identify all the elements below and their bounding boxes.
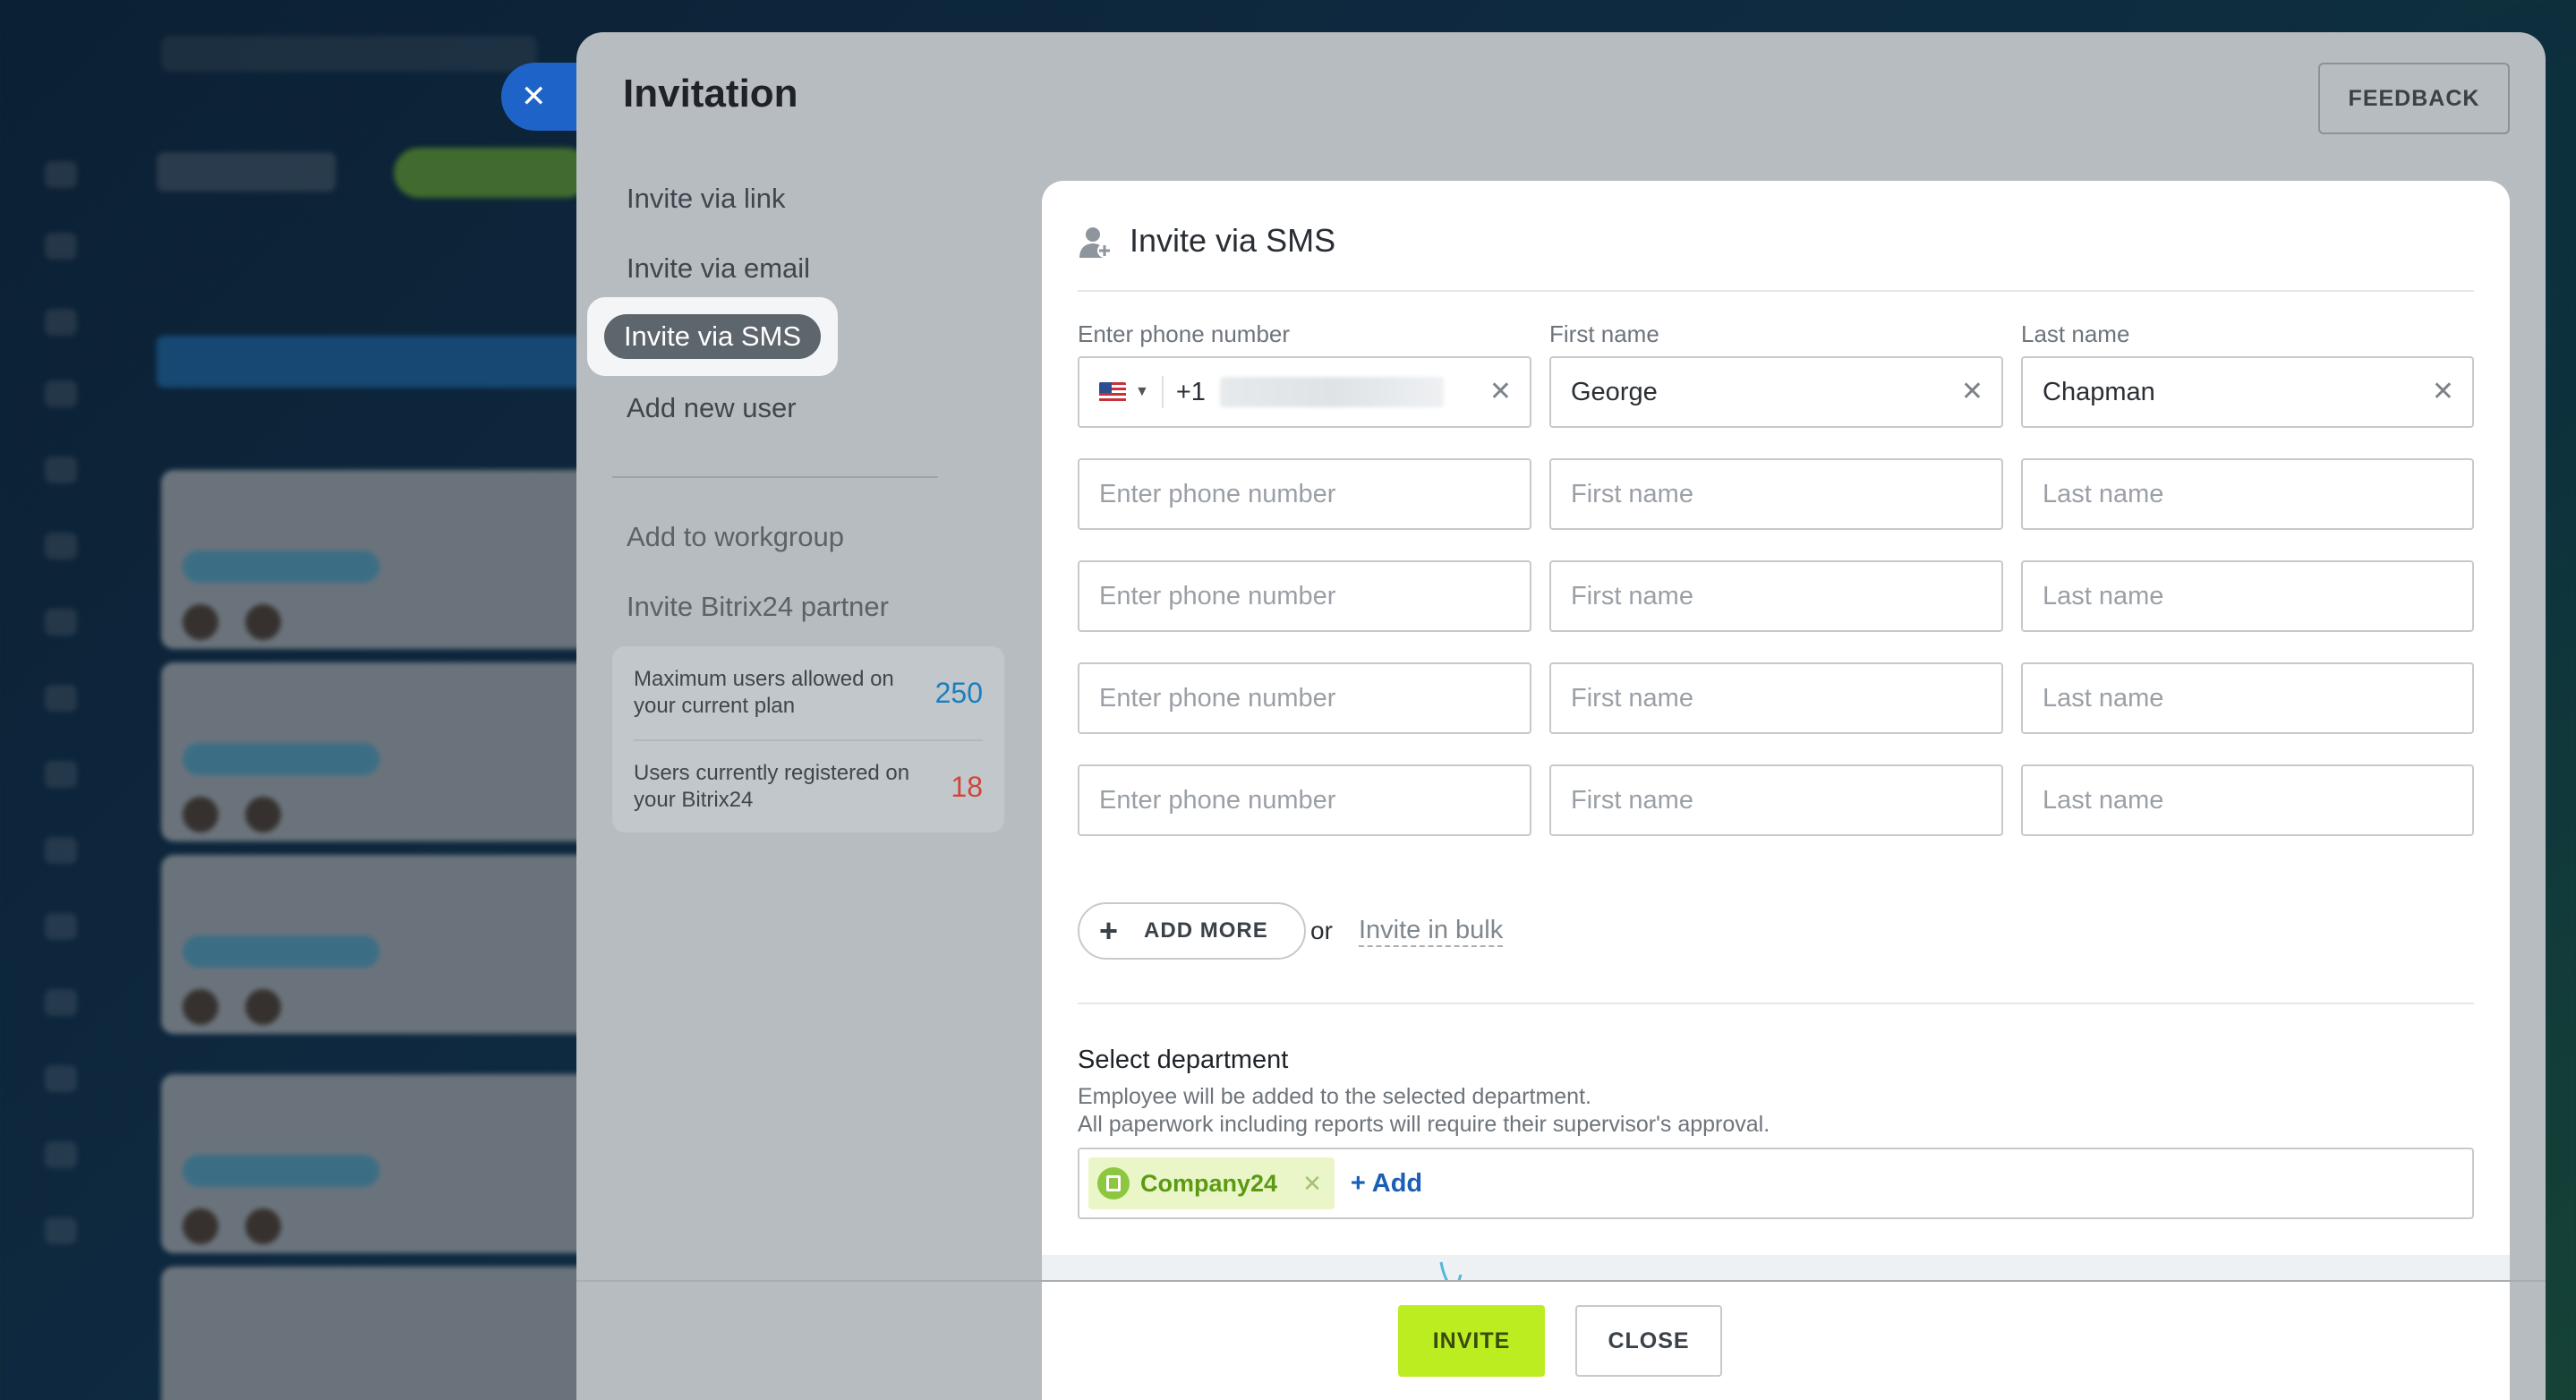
first-name-column-label: First name <box>1549 320 1659 347</box>
panel-header: Invite via SMS <box>1078 217 2474 292</box>
last-name-field[interactable]: Chapman ✕ <box>2021 356 2474 428</box>
first-name-field[interactable] <box>1549 764 2003 836</box>
menu-item-invite-via-link[interactable]: Invite via link <box>627 183 785 215</box>
last-name-value: Chapman <box>2043 377 2155 406</box>
stat-registered-users-value: 18 <box>951 770 983 803</box>
department-chip-label: Company24 <box>1140 1169 1278 1197</box>
phone-field[interactable] <box>1078 458 1531 530</box>
menu-item-invite-via-sms[interactable]: Invite via SMS <box>587 297 838 376</box>
person-icon <box>1079 227 1112 258</box>
building-icon <box>1097 1167 1130 1199</box>
phone-input[interactable] <box>1099 683 1510 713</box>
last-name-input[interactable] <box>2043 683 2452 713</box>
first-name-field[interactable] <box>1549 560 2003 632</box>
invite-sms-panel: Invite via SMS Enter phone number First … <box>1042 181 2510 1400</box>
department-selector[interactable]: Company24 ✕ + Add <box>1078 1148 2474 1219</box>
close-button[interactable]: CLOSE <box>1575 1305 1722 1377</box>
stat-max-users-label: Maximum users allowed on your current pl… <box>634 667 894 718</box>
first-name-field[interactable] <box>1549 458 2003 530</box>
phone-column-label: Enter phone number <box>1078 320 1291 347</box>
add-department-link[interactable]: + Add <box>1351 1169 1422 1199</box>
first-name-input[interactable] <box>1571 581 1982 611</box>
phone-number-redacted <box>1219 377 1444 407</box>
first-name-field[interactable]: George ✕ <box>1549 356 2003 428</box>
clear-icon[interactable]: ✕ <box>1961 376 1983 407</box>
menu-item-add-to-workgroup[interactable]: Add to workgroup <box>627 521 844 553</box>
first-name-input[interactable] <box>1571 683 1982 713</box>
modal-footer <box>576 1280 2546 1400</box>
clear-icon[interactable]: ✕ <box>1489 376 1512 407</box>
add-more-label: ADD MORE <box>1144 918 1268 943</box>
close-icon: ✕ <box>521 80 547 114</box>
phone-input[interactable] <box>1099 785 1510 815</box>
last-name-input[interactable] <box>2043 479 2452 509</box>
first-name-input[interactable] <box>1571 785 1982 815</box>
invite-in-bulk-link[interactable]: Invite in bulk <box>1359 915 1504 947</box>
first-name-value: George <box>1571 377 1658 406</box>
stat-registered-users: Users currently registered on your Bitri… <box>634 739 983 832</box>
menu-item-add-new-user[interactable]: Add new user <box>627 392 797 424</box>
last-name-field[interactable] <box>2021 764 2474 836</box>
user-limit-stats: Maximum users allowed on your current pl… <box>612 646 1004 832</box>
department-description-line: Employee will be added to the selected d… <box>1078 1084 1591 1109</box>
plus-icon: + <box>1099 912 1120 949</box>
last-name-column-label: Last name <box>2021 320 2130 347</box>
department-title: Select department <box>1078 1046 1289 1074</box>
phone-field[interactable]: ▼ +1 ✕ <box>1078 356 1531 428</box>
department-description-line: All paperwork including reports will req… <box>1078 1112 1770 1137</box>
stat-max-users: Maximum users allowed on your current pl… <box>634 646 983 739</box>
section-divider <box>1078 1003 2474 1004</box>
phone-input[interactable] <box>1099 581 1510 611</box>
menu-divider <box>612 476 938 478</box>
first-name-field[interactable] <box>1549 662 2003 734</box>
add-more-button[interactable]: + ADD MORE <box>1078 902 1306 960</box>
panel-title: Invite via SMS <box>1130 222 1336 259</box>
country-select[interactable]: ▼ <box>1099 376 1164 408</box>
stat-registered-users-label: Users currently registered on your Bitri… <box>634 761 910 812</box>
phone-input[interactable] <box>1099 479 1510 509</box>
invitation-modal: Invitation FEEDBACK Invite via link Invi… <box>576 32 2546 1400</box>
us-flag-icon <box>1099 382 1126 402</box>
last-name-field[interactable] <box>2021 458 2474 530</box>
last-name-field[interactable] <box>2021 662 2474 734</box>
phone-field[interactable] <box>1078 764 1531 836</box>
chevron-down-icon: ▼ <box>1135 384 1149 399</box>
menu-item-invite-partner[interactable]: Invite Bitrix24 partner <box>627 591 889 623</box>
feedback-button[interactable]: FEEDBACK <box>2318 63 2510 134</box>
phone-field[interactable] <box>1078 560 1531 632</box>
menu-item-invite-via-email[interactable]: Invite via email <box>627 252 810 285</box>
first-name-input[interactable] <box>1571 479 1982 509</box>
invite-button[interactable]: INVITE <box>1398 1305 1545 1377</box>
department-chip: Company24 ✕ <box>1088 1157 1335 1209</box>
or-text: or <box>1310 917 1333 944</box>
department-description: Employee will be added to the selected d… <box>1078 1083 1770 1139</box>
last-name-input[interactable] <box>2043 581 2452 611</box>
last-name-field[interactable] <box>2021 560 2474 632</box>
clear-icon[interactable]: ✕ <box>2432 376 2454 407</box>
menu-item-label-active: Invite via SMS <box>603 314 822 359</box>
last-name-input[interactable] <box>2043 785 2452 815</box>
phone-prefix: +1 <box>1175 377 1206 406</box>
stat-max-users-value: 250 <box>934 676 983 709</box>
phone-field[interactable] <box>1078 662 1531 734</box>
footer-panel <box>1042 1282 2510 1400</box>
modal-title: Invitation <box>623 72 798 115</box>
remove-chip-icon[interactable]: ✕ <box>1302 1170 1322 1198</box>
